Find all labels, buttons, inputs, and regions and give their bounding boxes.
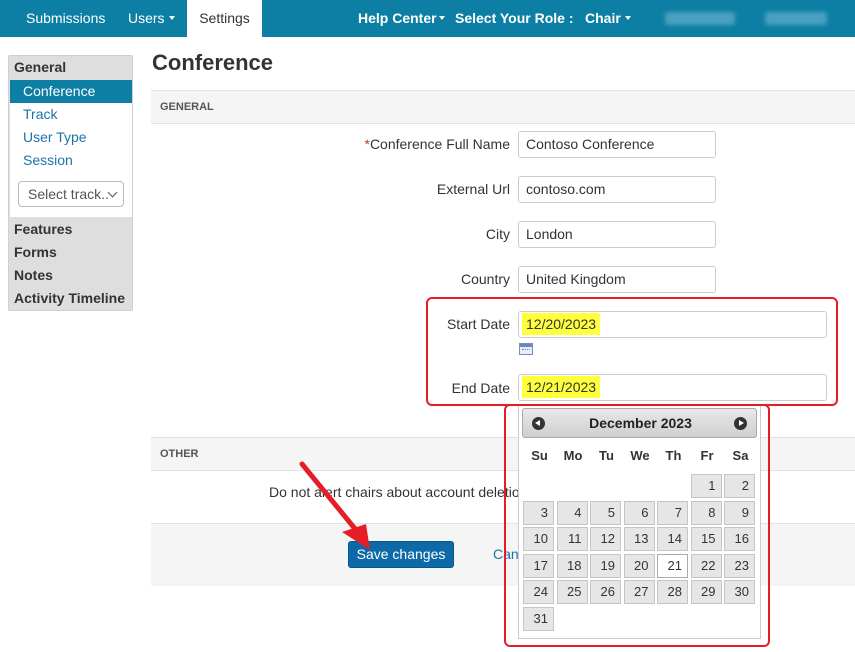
track-select-value: Select track.. [28,186,109,202]
top-navbar: Submissions Users Settings Help Center S… [0,0,855,37]
sidebar-item-conference[interactable]: Conference [10,80,132,103]
arrow-head [342,524,370,550]
blurred-user-name [665,12,735,25]
city-label: City [485,226,510,242]
nav-help-center[interactable]: Help Center [358,0,445,37]
settings-sidebar: General Conference Track User Type Sessi… [8,55,133,311]
annotation-arrow-icon [299,461,370,550]
country-label: Country [460,271,510,287]
annotation-box-dates [426,297,838,406]
nav-users[interactable]: Users [128,0,175,37]
role-dropdown[interactable]: Chair [585,0,631,37]
sidebar-item-label: Conference [23,83,96,99]
page-title: Conference [152,50,274,75]
sidebar-item-track[interactable]: Track [23,106,57,122]
city-input[interactable]: London [518,221,716,248]
sidebar-section-activity-timeline[interactable]: Activity Timeline [14,290,125,306]
general-section-title: GENERAL [160,101,214,113]
sidebar-section-forms[interactable]: Forms [14,244,57,260]
role-dropdown-label: Chair [585,10,621,26]
sidebar-section-general[interactable]: General [14,59,66,75]
external-url-label: External Url [436,181,510,197]
sidebar-section-notes[interactable]: Notes [14,267,53,283]
conference-full-name-input[interactable]: Contoso Conference [518,131,716,158]
annotation-box-datepicker [504,404,770,647]
sidebar-item-session[interactable]: Session [23,152,73,168]
nav-submissions[interactable]: Submissions [26,0,105,37]
nav-users-label: Users [128,10,165,26]
track-select[interactable]: Select track.. [18,181,124,207]
chevron-down-icon [107,187,118,198]
sidebar-item-user-type[interactable]: User Type [23,129,87,145]
other-section-title: OTHER [160,448,199,460]
sidebar-section-features[interactable]: Features [14,221,72,237]
nav-help-center-label: Help Center [358,10,437,26]
full-name-label-text: Conference Full Name [369,136,510,152]
full-name-label: *Conference Full Name [364,136,510,152]
blurred-account-menu[interactable] [765,12,827,25]
arrow-shaft [299,461,359,533]
caret-down-icon [438,16,445,21]
caret-down-icon [168,16,175,21]
external-url-input[interactable]: contoso.com [518,176,716,203]
nav-settings[interactable]: Settings [187,0,262,37]
caret-down-icon [624,16,631,21]
general-section-header: GENERAL [151,90,855,124]
country-input[interactable]: United Kingdom [518,266,716,293]
select-role-label: Select Your Role : [455,10,574,26]
